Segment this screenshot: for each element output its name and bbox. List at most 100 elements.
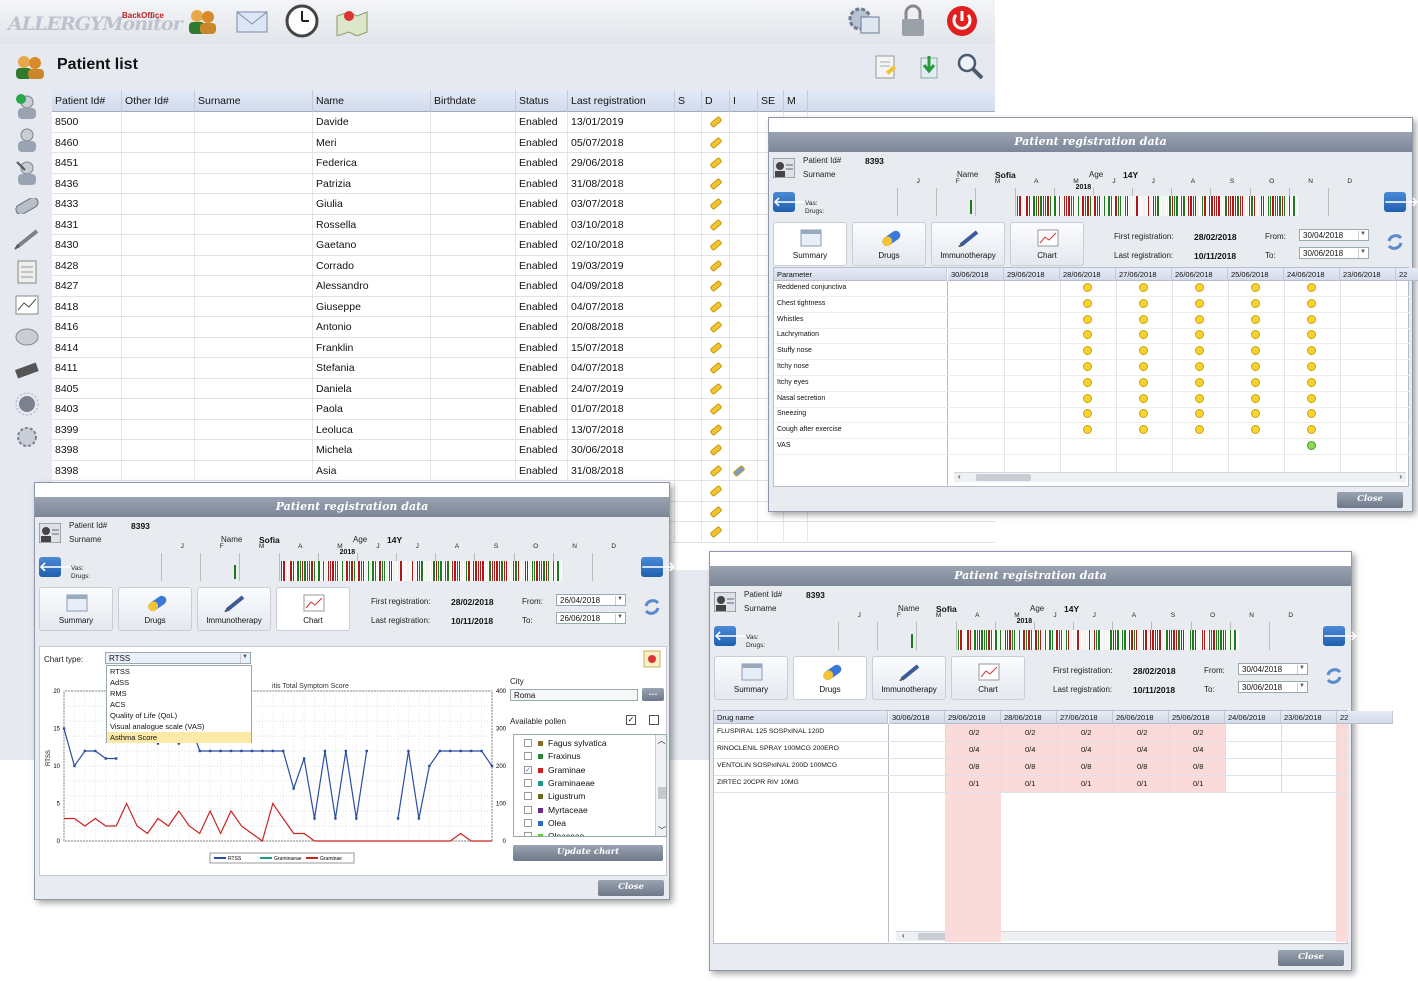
- col-status[interactable]: Status: [516, 90, 568, 112]
- chart-type-option[interactable]: Quality of Life (QoL): [107, 710, 251, 721]
- tab-summary[interactable]: Summary: [39, 587, 113, 631]
- drugs-pencil-icon[interactable]: [708, 402, 723, 416]
- col-name[interactable]: Name: [313, 90, 431, 112]
- select-all-checkbox[interactable]: ✓: [626, 715, 636, 725]
- to-date-input[interactable]: 26/06/2018 ▼: [556, 612, 626, 624]
- city-picker-button[interactable]: ...: [642, 688, 664, 701]
- pollen-checkbox[interactable]: [524, 805, 532, 814]
- col-other-id[interactable]: Other Id#: [122, 90, 195, 112]
- add-patient-icon[interactable]: [8, 90, 46, 123]
- col-i[interactable]: I: [730, 90, 758, 112]
- drugs-pencil-icon[interactable]: [708, 443, 723, 457]
- previous-button[interactable]: 🡐: [714, 626, 749, 646]
- next-button[interactable]: 🡒: [1384, 192, 1418, 212]
- registration-timeline[interactable]: [1016, 196, 1299, 216]
- pollen-checkbox[interactable]: [524, 778, 532, 787]
- refresh-icon[interactable]: [642, 597, 662, 620]
- patients-icon[interactable]: [184, 4, 220, 38]
- col-d[interactable]: D: [702, 90, 730, 112]
- tab-summary[interactable]: Summary: [773, 222, 847, 266]
- drugs-pencil-icon[interactable]: [708, 525, 723, 539]
- chart-type-option[interactable]: Visual analogue scale (VAS): [107, 721, 251, 732]
- drugs-pencil-icon[interactable]: [708, 341, 723, 354]
- to-date-input[interactable]: 30/06/2018 ▼: [1238, 681, 1308, 693]
- import-icon[interactable]: [915, 54, 943, 83]
- chart-type-option[interactable]: RTSS: [107, 666, 251, 677]
- drugs-pencil-icon[interactable]: [708, 279, 723, 293]
- close-button[interactable]: Close: [1278, 950, 1344, 966]
- to-date-input[interactable]: 30/06/2018 ▼: [1299, 247, 1369, 259]
- drugs-pencil-icon[interactable]: [708, 218, 723, 231]
- col-patient-id[interactable]: Patient Id#: [52, 90, 122, 112]
- chart-type-option[interactable]: AdSS: [107, 677, 251, 688]
- drugs-pencil-icon[interactable]: [708, 505, 723, 518]
- from-date-input[interactable]: 30/04/2018 ▼: [1238, 663, 1308, 675]
- drugs-pencil-icon[interactable]: [708, 423, 723, 436]
- pollen-checkbox[interactable]: [524, 739, 532, 747]
- book-icon[interactable]: [8, 354, 46, 387]
- edit-form-icon[interactable]: [872, 54, 900, 83]
- tab-immunotherapy[interactable]: Immunotherapy: [197, 587, 271, 631]
- syringe-icon[interactable]: [8, 222, 46, 255]
- pollen-checkbox[interactable]: ✓: [524, 765, 532, 774]
- col-surname[interactable]: Surname: [195, 90, 313, 112]
- chart-type-select[interactable]: RTSS ▼: [105, 652, 251, 664]
- drugs-pencil-icon[interactable]: [708, 382, 723, 395]
- pollen-checkbox[interactable]: [524, 818, 532, 827]
- from-date-input[interactable]: 30/04/2018 ▼: [1299, 229, 1369, 241]
- drugs-pencil-icon[interactable]: [708, 156, 723, 170]
- drugs-pencil-icon[interactable]: [708, 136, 723, 149]
- tab-immunotherapy[interactable]: Immunotherapy: [931, 222, 1005, 266]
- horizontal-scrollbar[interactable]: ‹›: [954, 472, 1406, 482]
- deselect-all-checkbox[interactable]: [649, 715, 659, 725]
- col-se[interactable]: SE: [758, 90, 784, 112]
- tab-chart[interactable]: Chart: [1010, 222, 1084, 266]
- refresh-icon[interactable]: [1324, 666, 1344, 689]
- map-icon[interactable]: [334, 4, 370, 38]
- search-icon[interactable]: [956, 52, 984, 83]
- drugs-pencil-icon[interactable]: [708, 115, 723, 129]
- registration-timeline[interactable]: [280, 561, 563, 581]
- pollen-item[interactable]: Fraxinus: [518, 751, 650, 763]
- clock-icon[interactable]: [284, 4, 320, 38]
- col-birthdate[interactable]: Birthdate: [431, 90, 516, 112]
- mail-icon[interactable]: [234, 4, 270, 38]
- drugs-pencil-icon[interactable]: [708, 197, 723, 211]
- virus-icon[interactable]: [8, 420, 46, 453]
- next-button[interactable]: 🡒: [641, 557, 676, 577]
- delete-patient-icon[interactable]: [8, 156, 46, 189]
- tab-chart[interactable]: Chart: [276, 587, 350, 631]
- pollen-scrollbar[interactable]: ︿ ﹀: [655, 735, 666, 836]
- chart-type-option[interactable]: ACS: [107, 699, 251, 710]
- pollen-checkbox[interactable]: [524, 832, 532, 836]
- chat-icon[interactable]: [8, 321, 46, 354]
- city-input[interactable]: Roma: [510, 689, 638, 701]
- tab-chart[interactable]: Chart: [951, 656, 1025, 700]
- drugs-pencil-icon[interactable]: [708, 238, 723, 252]
- drug-icon[interactable]: [8, 189, 46, 222]
- drugs-pencil-icon[interactable]: [708, 484, 723, 498]
- col-last-registration[interactable]: Last registration: [568, 90, 675, 112]
- pollen-icon[interactable]: [8, 387, 46, 420]
- col-m[interactable]: M: [784, 90, 808, 112]
- close-button[interactable]: Close: [598, 880, 664, 896]
- next-button[interactable]: 🡒: [1323, 626, 1358, 646]
- tab-drugs[interactable]: Drugs: [852, 222, 926, 266]
- drugs-pencil-icon[interactable]: [708, 320, 723, 334]
- refresh-icon[interactable]: [1385, 232, 1405, 255]
- chart-icon[interactable]: [8, 288, 46, 321]
- tab-summary[interactable]: Summary: [714, 656, 788, 700]
- pollen-alert-icon[interactable]: [643, 650, 661, 671]
- pollen-item[interactable]: Myrtaceae: [518, 805, 650, 817]
- chart-type-option[interactable]: RMS: [107, 688, 251, 699]
- from-date-input[interactable]: 26/04/2018 ▼: [556, 594, 626, 606]
- drugs-pencil-icon[interactable]: [708, 177, 723, 190]
- edit-patient-icon[interactable]: [8, 123, 46, 156]
- tab-drugs[interactable]: Drugs: [793, 656, 867, 700]
- tab-drugs[interactable]: Drugs: [118, 587, 192, 631]
- drugs-pencil-icon[interactable]: [708, 300, 723, 313]
- settings-icon[interactable]: [846, 4, 882, 38]
- immunotherapy-icon[interactable]: [732, 464, 746, 477]
- pollen-item[interactable]: Oleaceae: [518, 831, 650, 836]
- lock-icon[interactable]: [895, 4, 931, 38]
